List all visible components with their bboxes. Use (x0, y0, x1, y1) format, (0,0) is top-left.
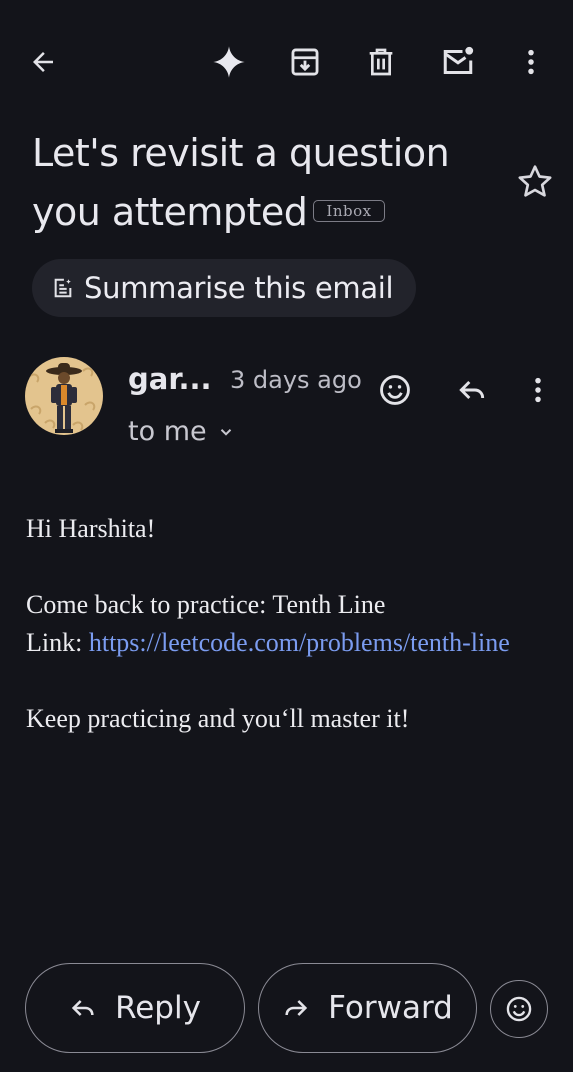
reply-icon-button[interactable] (450, 368, 494, 412)
reply-label: Reply (115, 990, 201, 1026)
sender-avatar[interactable] (25, 357, 103, 435)
more-vert-icon (535, 377, 541, 403)
greeting-text: Hi Harshita! (26, 514, 156, 543)
more-vert-icon (528, 49, 534, 75)
subject-text: Let's revisit a question you attempted (32, 131, 450, 234)
summary-doc-icon (54, 278, 72, 298)
inbox-label-chip[interactable]: Inbox (313, 199, 385, 222)
add-reaction-button[interactable] (373, 368, 417, 412)
reply-icon (459, 380, 485, 400)
link-line: Link: https://leetcode.com/problems/tent… (26, 624, 556, 662)
emoji-icon (506, 996, 532, 1022)
sender-name[interactable]: gar... (128, 362, 212, 396)
forward-button[interactable]: Forward (258, 963, 477, 1053)
closing-text: Keep practicing and you‘ll master it! (26, 704, 410, 733)
forward-icon (285, 1000, 308, 1016)
archive-button[interactable] (283, 40, 327, 84)
problem-link[interactable]: https://leetcode.com/problems/tenth-line (89, 628, 510, 657)
forward-label: Forward (328, 990, 453, 1026)
reply-button[interactable]: Reply (25, 963, 245, 1053)
gemini-button[interactable] (207, 40, 251, 84)
link-prefix: Link: (26, 628, 89, 657)
chevron-down-icon (220, 428, 231, 436)
practice-text: Come back to practice: Tenth Line (26, 590, 386, 619)
email-time: 3 days ago (230, 366, 362, 394)
delete-icon (369, 48, 393, 76)
message-more-button[interactable] (516, 368, 560, 412)
reply-icon (71, 1000, 94, 1016)
delete-button[interactable] (359, 40, 403, 84)
summarise-email-button[interactable]: Summarise this email (32, 259, 416, 317)
email-body: Hi Harshita! Come back to practice: Tent… (26, 510, 556, 738)
gemini-sparkle-icon (213, 46, 245, 78)
recipient-text: to me (128, 416, 207, 447)
emoji-icon (380, 375, 410, 405)
recipient-details[interactable]: to me (128, 416, 235, 447)
back-arrow-icon (33, 52, 53, 72)
more-options-button[interactable] (509, 40, 553, 84)
back-button[interactable] (21, 40, 65, 84)
star-icon (518, 165, 552, 197)
summarise-label: Summarise this email (84, 271, 394, 305)
react-emoji-button[interactable] (490, 980, 548, 1038)
email-subject: Let's revisit a question you attempted In… (32, 124, 502, 242)
star-button[interactable] (515, 162, 555, 202)
mark-unread-button[interactable] (436, 40, 480, 84)
archive-icon (291, 48, 319, 76)
mark-unread-icon (443, 46, 474, 74)
